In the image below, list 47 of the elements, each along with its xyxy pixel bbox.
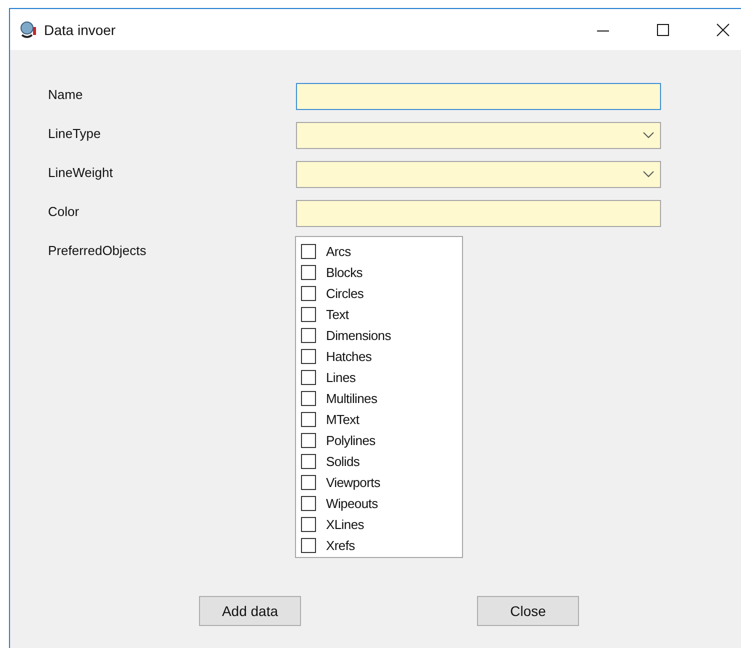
field-label: PreferredObjects [48, 242, 148, 260]
maximize-icon[interactable] [656, 22, 670, 36]
field-label: LineWeight [48, 164, 114, 182]
text-field[interactable] [296, 200, 661, 227]
checkbox-label: MText [326, 412, 360, 427]
window-title: Data invoer [44, 22, 116, 38]
checkbox-label: Viewports [326, 475, 380, 490]
dialog-button[interactable]: Add data [199, 596, 301, 626]
checkbox-label: Dimensions [326, 328, 391, 343]
checkbox-label: Circles [326, 286, 364, 301]
checkbox[interactable] [301, 496, 316, 511]
field-label: Color [48, 203, 80, 221]
text-field[interactable] [296, 83, 661, 110]
checkbox[interactable] [301, 475, 316, 490]
checkbox[interactable] [301, 433, 316, 448]
checkbox[interactable] [301, 265, 316, 280]
checkbox[interactable] [301, 517, 316, 532]
checkbox-label: Arcs [326, 244, 351, 259]
dialog-button[interactable]: Close [477, 596, 579, 626]
checkbox[interactable] [301, 538, 316, 553]
checkbox[interactable] [301, 391, 316, 406]
close-icon[interactable] [716, 22, 730, 36]
checkbox-label: Wipeouts [326, 496, 378, 511]
field-label: Name [48, 86, 84, 104]
checkbox-label: Xrefs [326, 538, 355, 553]
caret-icon [643, 132, 654, 139]
checkbox-label: Blocks [326, 265, 362, 280]
checkbox[interactable] [301, 328, 316, 343]
dropdown-field[interactable] [296, 122, 661, 149]
checkbox[interactable] [301, 454, 316, 469]
checkbox-label: Polylines [326, 433, 376, 448]
app-icon [20, 20, 38, 38]
caret-icon [643, 171, 654, 178]
checkbox-label: Lines [326, 370, 356, 385]
dropdown-field[interactable] [296, 161, 661, 188]
checkbox[interactable] [301, 412, 316, 427]
checkbox[interactable] [301, 349, 316, 364]
checkbox[interactable] [301, 244, 316, 259]
checkbox[interactable] [301, 286, 316, 301]
checkbox-label: XLines [326, 517, 364, 532]
field-label: LineType [48, 125, 102, 143]
checkbox-label: Hatches [326, 349, 372, 364]
checkbox[interactable] [301, 370, 316, 385]
checkbox[interactable] [301, 307, 316, 322]
checkbox-label: Solids [326, 454, 360, 469]
checkbox-label: Multilines [326, 391, 378, 406]
checkbox-label: Text [326, 307, 349, 322]
